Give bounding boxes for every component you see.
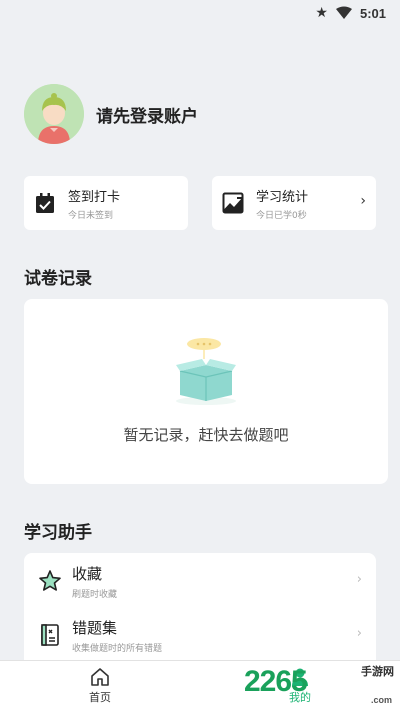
status-bar: ★ 5:01 <box>0 0 400 26</box>
assistant-card: 收藏 刷题时收藏 › 错题集 收集做题时的所有错题 › <box>24 553 376 673</box>
nav-home-label: 首页 <box>89 691 111 704</box>
calendar-check-icon <box>36 193 54 213</box>
records-section-title: 试卷记录 <box>24 269 92 289</box>
checkin-title: 签到打卡 <box>68 189 121 205</box>
watermark-domain: .com <box>370 695 392 705</box>
site-watermark-logo: 2265 手游网 .com <box>244 661 394 707</box>
wrong-questions-item[interactable]: 错题集 收集做题时的所有错题 › <box>24 609 376 661</box>
chevron-right-icon: › <box>360 193 366 209</box>
wrong-book-icon <box>41 624 59 646</box>
checkin-card[interactable]: 签到打卡 今日未签到 <box>24 176 188 230</box>
checkin-subtitle: 今日未签到 <box>68 210 114 221</box>
wrong-questions-title: 错题集 <box>72 618 118 637</box>
status-time: 5:01 <box>359 5 386 21</box>
profile-header[interactable]: 请先登录账户 <box>24 84 198 144</box>
wifi-icon <box>335 6 352 19</box>
empty-box-icon <box>176 338 236 405</box>
trend-chart-icon <box>222 192 244 214</box>
chevron-right-icon: › <box>356 626 362 641</box>
assistant-section-title: 学习助手 <box>24 523 92 543</box>
study-stats-subtitle: 今日已学0秒 <box>256 210 307 221</box>
favorites-title: 收藏 <box>72 564 103 583</box>
chevron-right-icon: › <box>356 572 362 587</box>
home-icon <box>91 668 109 686</box>
avatar-illustration-icon <box>24 84 84 144</box>
wrong-questions-subtitle: 收集做题时的所有错题 <box>72 643 163 654</box>
nav-home[interactable]: 首页 <box>0 661 200 711</box>
watermark-brand: 2265 <box>244 665 308 698</box>
login-prompt[interactable]: 请先登录账户 <box>96 102 198 127</box>
study-stats-card[interactable]: 学习统计 今日已学0秒 › <box>212 176 376 230</box>
records-card: 暂无记录，赶快去做题吧 <box>24 299 388 484</box>
star-icon: ★ <box>315 5 328 21</box>
quick-actions: 签到打卡 今日未签到 学习统计 今日已学0秒 › <box>24 176 376 230</box>
favorites-subtitle: 刷题时收藏 <box>72 589 118 600</box>
study-stats-title: 学习统计 <box>256 189 309 205</box>
avatar[interactable] <box>24 84 84 144</box>
favorites-item[interactable]: 收藏 刷题时收藏 › <box>24 555 376 607</box>
star-icon <box>39 570 61 591</box>
empty-records-text: 暂无记录，赶快去做题吧 <box>123 426 289 444</box>
watermark-text: 手游网 <box>361 666 394 678</box>
